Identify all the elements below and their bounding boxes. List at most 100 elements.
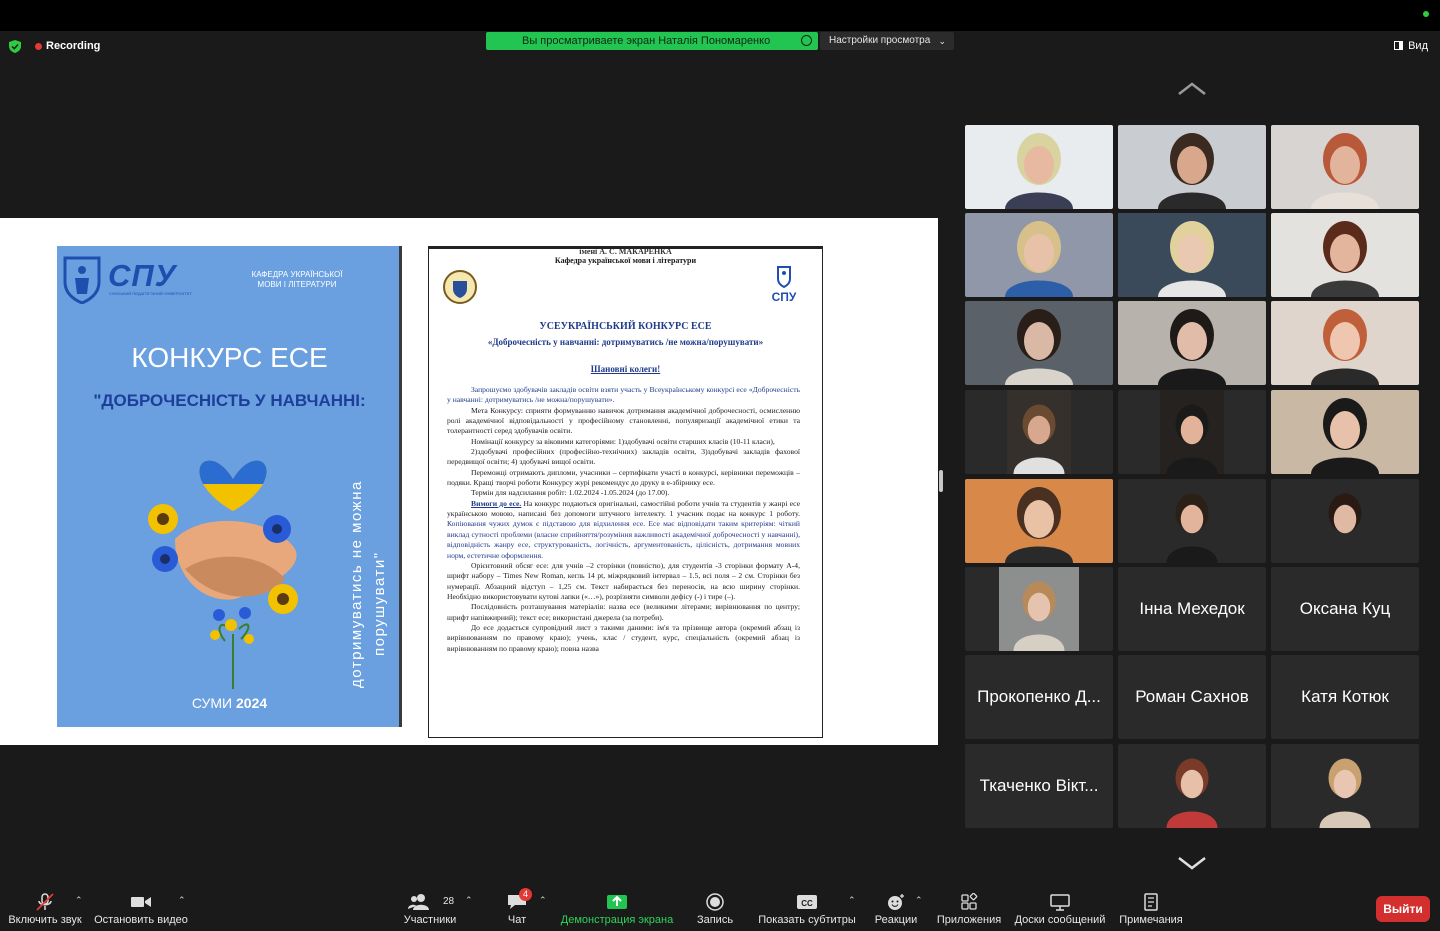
participant-tile-video[interactable] <box>1271 479 1419 563</box>
record-button[interactable]: Запись <box>690 887 740 931</box>
view-button[interactable]: Вид <box>1394 40 1428 52</box>
participants-icon <box>408 894 430 910</box>
participant-tile-name[interactable]: Інна Мехедок <box>1118 567 1266 651</box>
captions-caret-icon[interactable]: ⌃ <box>848 895 856 906</box>
poster-department: КАФЕДРА УКРАЇНСЬКОЇ МОВИ І ЛІТЕРАТУРИ <box>251 270 343 289</box>
participant-video-frame <box>1271 213 1419 297</box>
layout-icon <box>1394 41 1404 50</box>
participant-tile-video[interactable] <box>1118 301 1266 385</box>
document-paragraph: Номінації конкурсу за віковими категорія… <box>471 436 775 446</box>
participants-caret-icon[interactable]: ⌃ <box>465 895 473 906</box>
leave-meeting-button[interactable]: Выйти <box>1376 896 1430 922</box>
participant-video-frame <box>1313 479 1377 563</box>
participant-name: Ткаченко Вікт... <box>979 776 1099 795</box>
recording-dot-icon <box>35 43 42 50</box>
document-heading: УСЕУКРАЇНСЬКИЙ КОНКУРС ЕСЕ <box>539 321 712 332</box>
record-label: Запись <box>696 914 734 926</box>
participant-tile-video[interactable] <box>965 213 1113 297</box>
whiteboards-label: Доски сообщений <box>1014 914 1106 926</box>
participant-tile-name[interactable]: Роман Сахнов <box>1118 655 1266 739</box>
participant-name: Катя Котюк <box>1301 687 1389 706</box>
video-camera-icon <box>131 897 151 907</box>
poster-subtitle: "ДОБРОЧЕСНІСТЬ У НАВЧАННІ: <box>93 391 366 410</box>
participant-video-frame <box>1118 125 1266 209</box>
unmute-label: Включить звук <box>8 914 82 926</box>
chevron-down-icon[interactable] <box>1177 856 1207 870</box>
participant-tile-video[interactable] <box>1271 301 1419 385</box>
participant-tile-video[interactable] <box>1118 213 1266 297</box>
shield-icon[interactable] <box>9 40 21 53</box>
participant-tile-video[interactable] <box>1271 390 1419 474</box>
notes-button[interactable]: Примечания <box>1118 887 1184 931</box>
poster-city: СУМИ <box>191 695 233 711</box>
video-options-caret-icon[interactable]: ⌃ <box>178 895 186 906</box>
participant-tile-video[interactable] <box>1271 125 1419 209</box>
participants-count: 28 <box>443 896 455 907</box>
muted-microphone-icon <box>36 893 54 911</box>
poster-city-year: СУМИ 2024 <box>57 695 399 711</box>
menu-bar <box>0 0 1440 31</box>
participant-tile-video[interactable] <box>1271 744 1419 828</box>
reactions-caret-icon[interactable]: ⌃ <box>915 895 923 906</box>
participant-tile-video[interactable] <box>965 567 1113 651</box>
document-cut-line: імені А. С. МАКАРЕНКА <box>579 247 672 256</box>
svg-text:СПУ: СПУ <box>772 290 797 303</box>
audio-options-caret-icon[interactable]: ⌃ <box>75 895 83 906</box>
poster-year: 2024 <box>236 695 268 711</box>
participant-tile-name[interactable]: Катя Котюк <box>1271 655 1419 739</box>
participant-video-frame <box>965 479 1113 563</box>
chat-label: Чат <box>507 914 527 926</box>
participant-tile-name[interactable]: Оксана Куц <box>1271 567 1419 651</box>
whiteboards-button[interactable]: Доски сообщений <box>1012 887 1108 931</box>
reactions-icon <box>888 894 904 910</box>
chat-unread-badge: 4 <box>519 888 532 901</box>
poster-brand-sub: СУМСЬКИЙ ПЕДАГОГІЧНИЙ УНІВЕРСИТЕТ <box>109 291 192 296</box>
chevron-down-icon: ⌄ <box>938 36 946 46</box>
participant-tile-video[interactable] <box>1118 125 1266 209</box>
chevron-up-icon[interactable] <box>1177 82 1207 96</box>
participant-tile-video[interactable] <box>1271 213 1419 297</box>
unmute-button[interactable]: ⌃ Включить звук <box>6 887 84 931</box>
hands-sunflowers-illustration <box>148 460 298 689</box>
university-seal-icon <box>443 270 477 304</box>
poster-vertical-line-2: порушувати" <box>371 551 388 656</box>
camera-indicator <box>1423 11 1429 17</box>
participant-video-frame <box>1007 390 1071 474</box>
apps-button[interactable]: Приложения <box>936 887 1002 931</box>
participant-video-frame <box>1160 390 1224 474</box>
participant-video-frame <box>1271 390 1419 474</box>
view-settings-dropdown[interactable]: Настройки просмотра ⌄ <box>820 32 954 50</box>
apps-icon <box>961 893 978 910</box>
show-captions-button[interactable]: CC ⌃ Показать субтитры <box>756 887 858 931</box>
panel-resize-handle[interactable] <box>939 470 943 492</box>
participant-tile-video[interactable] <box>1118 390 1266 474</box>
participant-tile-video[interactable] <box>1118 479 1266 563</box>
document-paragraph: Вимоги до есе. На конкурс подаються ориг… <box>447 499 800 561</box>
university-logo-icon <box>63 256 101 304</box>
document-paragraph: Запрошуємо здобувачів закладів освіти вз… <box>447 385 800 405</box>
poster-vertical-line-1: дотримуватись не можна <box>348 480 365 688</box>
participants-label: Участники <box>403 914 457 926</box>
stop-video-button[interactable]: ⌃ Остановить видео <box>94 887 188 931</box>
chat-caret-icon[interactable]: ⌃ <box>539 895 547 906</box>
participant-tile-video[interactable] <box>1118 744 1266 828</box>
participant-tile-video[interactable] <box>965 390 1113 474</box>
participant-name: Інна Мехедок <box>1139 599 1245 618</box>
whiteboard-icon <box>1050 894 1070 911</box>
chat-button[interactable]: 4 ⌃ Чат <box>497 887 547 931</box>
participant-tile-video[interactable] <box>965 479 1113 563</box>
reactions-button[interactable]: ⌃ Реакции <box>872 887 923 931</box>
participant-video-frame <box>1271 125 1419 209</box>
participant-tile-video[interactable] <box>965 301 1113 385</box>
participant-tile-name[interactable]: Прокопенко Д... <box>965 655 1113 739</box>
poster-brand: СПУ <box>108 258 177 293</box>
captions-icon-text: CC <box>801 899 813 908</box>
share-screen-button[interactable]: Демонстрация экрана <box>560 887 674 931</box>
participant-name: Прокопенко Д... <box>977 687 1101 706</box>
document-paragraph: До есе додається супровідний лист з таки… <box>447 622 800 653</box>
participant-tile-video[interactable] <box>965 125 1113 209</box>
reactions-label: Реакции <box>874 914 918 926</box>
participant-tile-name[interactable]: Ткаченко Вікт... <box>965 744 1113 828</box>
participants-button[interactable]: 28 ⌃ Участники <box>400 887 473 931</box>
requirements-label: Вимоги до есе. <box>471 498 522 508</box>
